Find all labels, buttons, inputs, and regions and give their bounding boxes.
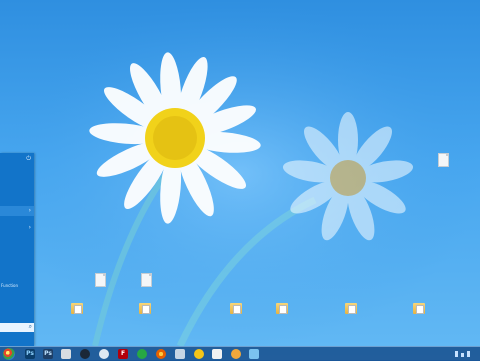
app-yellow-icon[interactable] — [194, 349, 204, 359]
file-icon — [140, 273, 152, 287]
panel-row[interactable] — [0, 181, 34, 191]
folder-icon — [276, 303, 288, 314]
desktop-wallpaper — [0, 0, 480, 346]
panel-row[interactable]: › — [0, 223, 34, 233]
photoshop-icon[interactable]: Ps — [25, 349, 35, 359]
start-side-panel: ⏻ › › Function ⌕ — [0, 153, 34, 346]
notes-icon[interactable] — [212, 349, 222, 359]
explorer-icon[interactable] — [61, 349, 71, 359]
file-icon — [94, 273, 106, 287]
desktop-folder-icon[interactable] — [60, 303, 94, 315]
panel-row[interactable] — [0, 168, 34, 178]
tool-icon[interactable] — [175, 349, 185, 359]
search-icon[interactable]: ⌕ — [29, 324, 32, 330]
desktop-folder-icon[interactable] — [219, 303, 253, 315]
system-tray[interactable] — [453, 348, 477, 360]
chevron-right-icon: › — [28, 207, 31, 214]
desktop-folder-icon[interactable] — [128, 303, 162, 315]
user-icon[interactable] — [231, 349, 241, 359]
folder-icon — [139, 303, 151, 314]
steam-icon[interactable] — [80, 349, 90, 359]
desktop-folder-icon[interactable] — [334, 303, 368, 315]
folder-icon — [413, 303, 425, 314]
taskbar: Ps Ps F — [0, 346, 480, 361]
desktop-file-icon[interactable] — [83, 273, 117, 288]
panel-row-label: Function — [1, 283, 19, 288]
panel-row[interactable]: Function — [0, 281, 34, 291]
panel-row-selected[interactable]: › — [0, 206, 34, 216]
desktop-file-icon[interactable] — [129, 273, 163, 288]
app-green-icon[interactable] — [137, 349, 147, 359]
photoshop-alt-icon[interactable]: Ps — [43, 349, 53, 359]
network-icon[interactable] — [249, 349, 259, 359]
chevron-right-icon: › — [28, 224, 31, 231]
panel-row[interactable] — [0, 303, 34, 313]
filezilla-icon[interactable]: F — [118, 349, 128, 359]
desktop-file-icon[interactable] — [426, 153, 460, 168]
app-icon[interactable] — [99, 349, 109, 359]
power-icon[interactable]: ⏻ — [26, 156, 31, 162]
folder-icon — [71, 303, 83, 314]
desktop-folder-icon[interactable] — [402, 303, 436, 315]
folder-icon — [345, 303, 357, 314]
panel-search-box[interactable]: ⌕ — [0, 323, 34, 332]
firefox-icon[interactable] — [156, 349, 166, 359]
desktop-folder-icon[interactable] — [265, 303, 299, 315]
chrome-icon[interactable] — [3, 348, 15, 360]
file-icon — [437, 153, 449, 167]
folder-icon — [230, 303, 242, 314]
